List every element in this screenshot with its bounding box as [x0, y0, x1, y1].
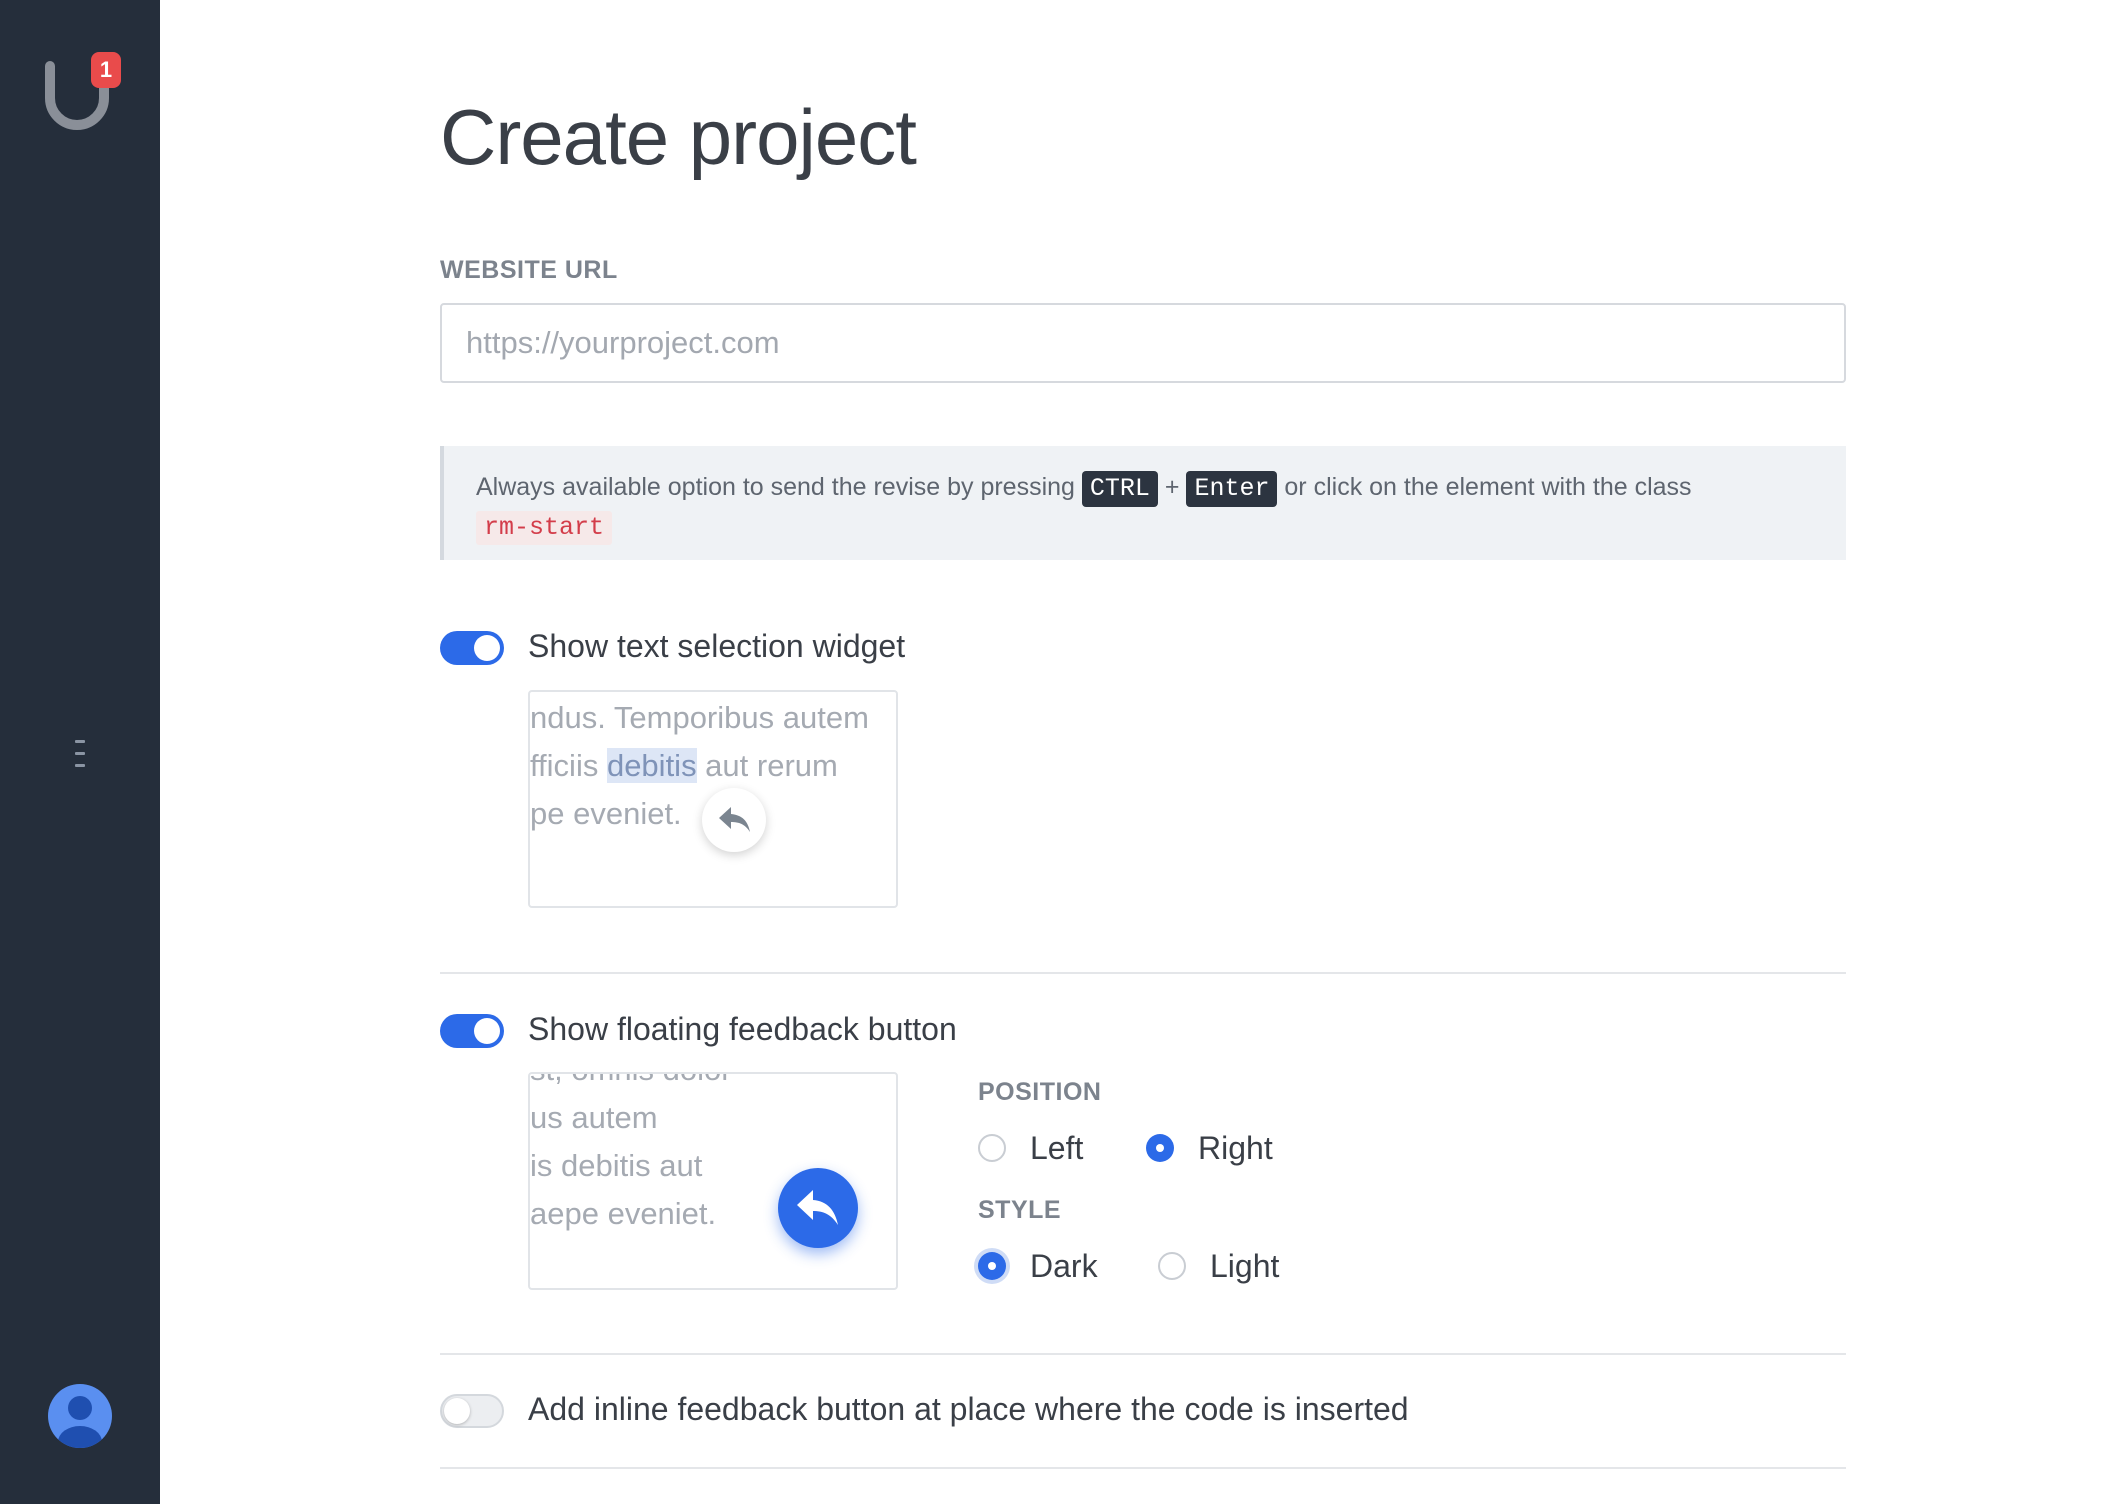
style-light-label[interactable]: Light	[1210, 1248, 1279, 1285]
floating-button-preview: st, omnis dolor us autem is debitis aut …	[528, 1072, 898, 1290]
divider	[440, 1467, 1846, 1469]
floating-feedback-button	[778, 1168, 858, 1248]
text-selection-widget-toggle[interactable]	[440, 631, 504, 665]
class-name-code: rm-start	[476, 511, 613, 545]
style-label: STYLE	[978, 1196, 1062, 1224]
info-box: Always available option to send the revi…	[440, 446, 1846, 560]
position-right-radio[interactable]	[1146, 1134, 1174, 1162]
ctrl-key: CTRL	[1081, 471, 1158, 507]
style-dark-label[interactable]: Dark	[1030, 1248, 1098, 1285]
style-dark-radio[interactable]	[978, 1252, 1006, 1280]
position-label: POSITION	[978, 1078, 1102, 1106]
reply-icon	[719, 807, 750, 832]
text-selection-preview: ndus. Temporibus autem fficiis debitis a…	[528, 690, 898, 908]
floating-feedback-toggle[interactable]	[440, 1014, 504, 1048]
selected-text: debitis	[606, 748, 697, 783]
info-text-after: or click on the element with the class	[1284, 473, 1692, 501]
page-title: Create project	[440, 93, 917, 181]
logo[interactable]: 1	[44, 52, 121, 132]
position-right-label[interactable]: Right	[1198, 1130, 1273, 1167]
divider	[440, 1353, 1846, 1355]
preview-line: is debitis aut	[530, 1148, 703, 1183]
preview-line: st, omnis dolor	[530, 1074, 732, 1088]
user-avatar-icon[interactable]	[48, 1384, 112, 1448]
notification-badge: 1	[91, 52, 121, 88]
position-left-label[interactable]: Left	[1030, 1130, 1083, 1167]
preview-line: ndus. Temporibus autem	[530, 700, 869, 735]
preview-line: us autem	[530, 1100, 658, 1135]
reply-icon	[797, 1190, 838, 1225]
inline-feedback-label: Add inline feedback button at place wher…	[528, 1391, 1409, 1427]
inline-feedback-toggle[interactable]	[440, 1394, 504, 1428]
preview-line: pe eveniet.	[530, 796, 682, 831]
text-selection-widget-label: Show text selection widget	[528, 628, 906, 664]
preview-line: fficiis debitis aut rerum	[530, 748, 838, 783]
preview-line: aepe eveniet.	[530, 1196, 717, 1231]
plus-sign: +	[1164, 473, 1180, 501]
selection-widget-button	[702, 788, 766, 852]
website-url-label: WEBSITE URL	[440, 256, 618, 284]
enter-key: Enter	[1186, 471, 1278, 507]
website-url-input[interactable]	[440, 303, 1846, 383]
info-text-before: Always available option to send the revi…	[476, 473, 1075, 501]
floating-feedback-label: Show floating feedback button	[528, 1011, 957, 1047]
position-left-radio[interactable]	[978, 1134, 1006, 1162]
sidebar: 1	[0, 0, 160, 1504]
divider	[440, 972, 1846, 974]
sidebar-toggle-icon[interactable]	[72, 738, 88, 770]
style-light-radio[interactable]	[1158, 1252, 1186, 1280]
